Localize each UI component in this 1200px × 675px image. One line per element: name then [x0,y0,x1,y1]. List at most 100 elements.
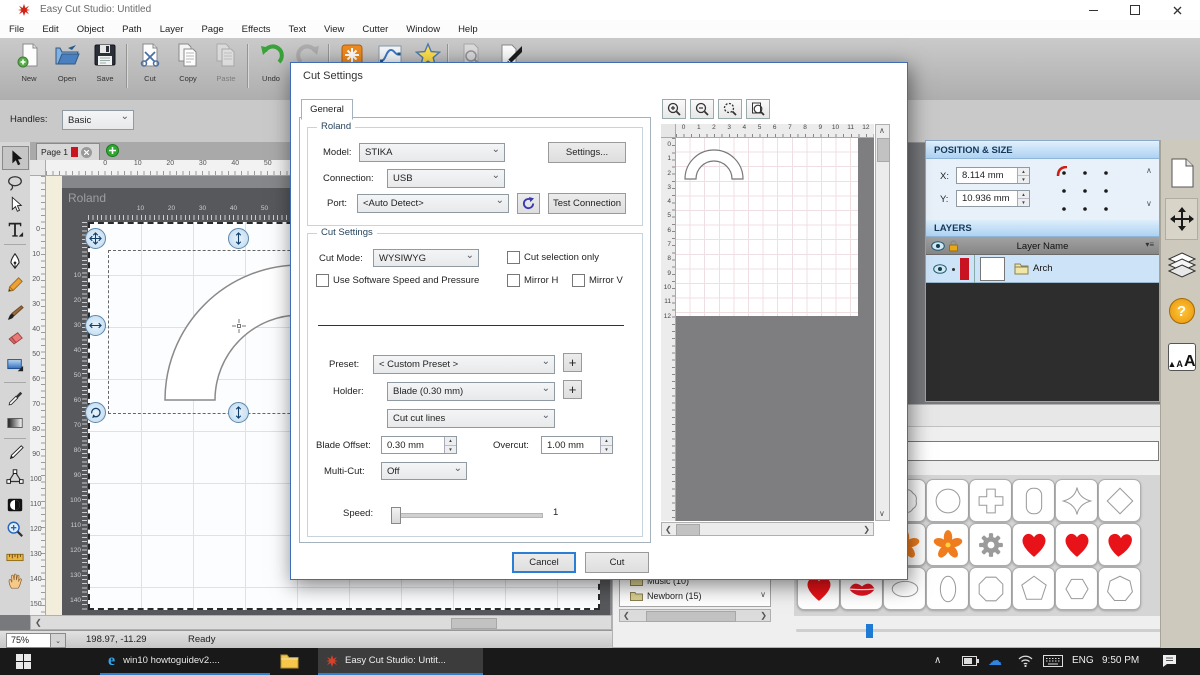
menu-text[interactable]: Text [280,24,315,35]
page-tab[interactable]: Page 1 [36,143,100,160]
zoom-out-button[interactable] [690,99,714,119]
scroll-left-icon[interactable]: ❮ [665,526,672,534]
zoom-in-button[interactable] [662,99,686,119]
menu-window[interactable]: Window [397,24,449,35]
model-select[interactable]: STIKA [359,143,505,162]
cut-confirm-button[interactable]: Cut [585,552,649,573]
minimize-button[interactable] [1086,4,1100,16]
invert-tool[interactable] [3,494,27,516]
blade-offset-spinner[interactable]: ▲▼ [444,437,456,453]
test-connection-button[interactable]: Test Connection [548,193,626,214]
speed-slider-track[interactable] [391,513,543,518]
settings-button[interactable]: Settings... [548,142,626,163]
holder-select[interactable]: Blade (0.30 mm) [387,382,555,401]
undo-button[interactable]: Undo [252,42,290,83]
x-spinner-buttons[interactable]: ▲▼ [1017,168,1029,183]
brush-tool[interactable] [3,302,27,324]
taskbar-edge-tab[interactable]: e win10 howtoguidev2.... [100,648,270,675]
overcut-spinner[interactable]: ▲▼ [600,437,612,453]
move-handle[interactable] [85,228,106,249]
shape-tile-pentagon[interactable] [1012,567,1055,610]
add-preset-button[interactable]: + [563,353,582,372]
menu-layer[interactable]: Layer [151,24,193,35]
node-select-tool[interactable] [3,194,27,216]
maximize-button[interactable] [1128,4,1142,16]
resize-vertical-handle[interactable] [228,402,249,423]
pen-tool[interactable] [3,250,27,272]
menu-object[interactable]: Object [68,24,113,35]
checkbox-box[interactable] [572,274,585,287]
eyedropper-tool[interactable] [3,388,27,410]
preview-v-scrollbar[interactable]: ∧ ∨ [875,124,890,521]
scrollbar-thumb[interactable] [451,618,497,629]
zoom-dropdown-icon[interactable]: ⌄ [50,633,66,648]
position-size-header[interactable]: POSITION & SIZE [926,142,1159,159]
cancel-button[interactable]: Cancel [512,552,576,573]
zoom-tool[interactable] [3,518,27,540]
paste-button[interactable]: Paste [207,42,245,83]
tree-h-scrollbar[interactable]: ❮ ❯ [619,609,771,622]
menu-view[interactable]: View [315,24,353,35]
menu-page[interactable]: Page [192,24,232,35]
wifi-icon[interactable] [1018,655,1033,667]
scroll-up-icon[interactable]: ∧ [879,127,885,135]
menu-edit[interactable]: Edit [33,24,67,35]
start-button[interactable] [0,648,46,675]
menu-file[interactable]: File [0,24,33,35]
taskbar-app-tab[interactable]: Easy Cut Studio: Untit... [318,648,483,675]
rotate-handle[interactable] [85,402,106,423]
pencil-tool[interactable] [3,274,27,296]
shape-tile-star4[interactable] [1055,479,1098,522]
tray-expand-icon[interactable]: ∧ [934,655,941,666]
layer-name[interactable]: Arch [1033,263,1053,274]
scroll-right-icon[interactable]: ❯ [863,526,870,534]
port-select[interactable]: <Auto Detect> [357,194,509,213]
language-indicator[interactable]: ENG [1072,655,1094,666]
rectangle-tool[interactable] [3,354,27,376]
text-tool[interactable] [3,218,27,240]
shape-tile-gear[interactable] [969,523,1012,566]
checkbox-box[interactable] [507,274,520,287]
zoom-selection-button[interactable] [718,99,742,119]
zoom-page-button[interactable] [746,99,770,119]
shape-tile-heart-tilt[interactable] [1098,523,1141,566]
pages-tab[interactable] [1165,152,1198,194]
shape-zoom-slider-thumb[interactable] [866,624,873,638]
clock[interactable]: 9:50 PM [1102,655,1139,666]
multicut-select[interactable]: Off [381,462,467,480]
cut-lines-select[interactable]: Cut cut lines [387,409,555,428]
shape-tile-hexagon[interactable] [1055,567,1098,610]
shape-tile-oval[interactable] [926,567,969,610]
anchor-point-grid[interactable] [1056,166,1114,216]
save-button[interactable]: Save [86,42,124,83]
shape-tile-octagon[interactable] [969,567,1012,610]
help-tab[interactable]: ? [1165,290,1198,332]
layer-row[interactable]: Arch [926,255,1159,283]
shape-tile-heart[interactable] [1055,523,1098,566]
copy-button[interactable]: Copy [169,42,207,83]
layers-menu-icon[interactable]: ▾≡ [1145,240,1154,249]
checkbox-box[interactable] [316,274,329,287]
y-position-field[interactable]: 10.936 mm ▲▼ [956,190,1030,207]
polygon-node-tool[interactable] [3,466,27,488]
tree-item-partial[interactable] [630,606,643,607]
cut-selection-only-checkbox[interactable]: Cut selection only [507,251,599,264]
checkbox-box[interactable] [507,251,520,264]
gradient-tool[interactable] [3,412,27,434]
refresh-ports-button[interactable] [517,193,540,214]
shape-tile-pill[interactable] [1012,479,1055,522]
keyboard-icon[interactable] [1043,655,1063,667]
tab-general[interactable]: General [301,99,353,120]
scrollbar-thumb[interactable] [676,524,700,536]
shape-tile-heptagon[interactable] [1098,567,1141,610]
handles-select[interactable]: Basic [62,110,134,130]
layer-thumbnail[interactable] [980,257,1005,281]
transform-tab[interactable] [1165,198,1198,240]
add-holder-button[interactable]: + [563,380,582,399]
scroll-down-icon[interactable]: ∨ [879,510,885,518]
battery-icon[interactable] [962,656,979,666]
layer-lock-dot[interactable] [952,268,955,271]
menu-cutter[interactable]: Cutter [353,24,397,35]
software-speed-checkbox[interactable]: Use Software Speed and Pressure [316,274,479,287]
cut-mode-select[interactable]: WYSIWYG [373,249,479,267]
